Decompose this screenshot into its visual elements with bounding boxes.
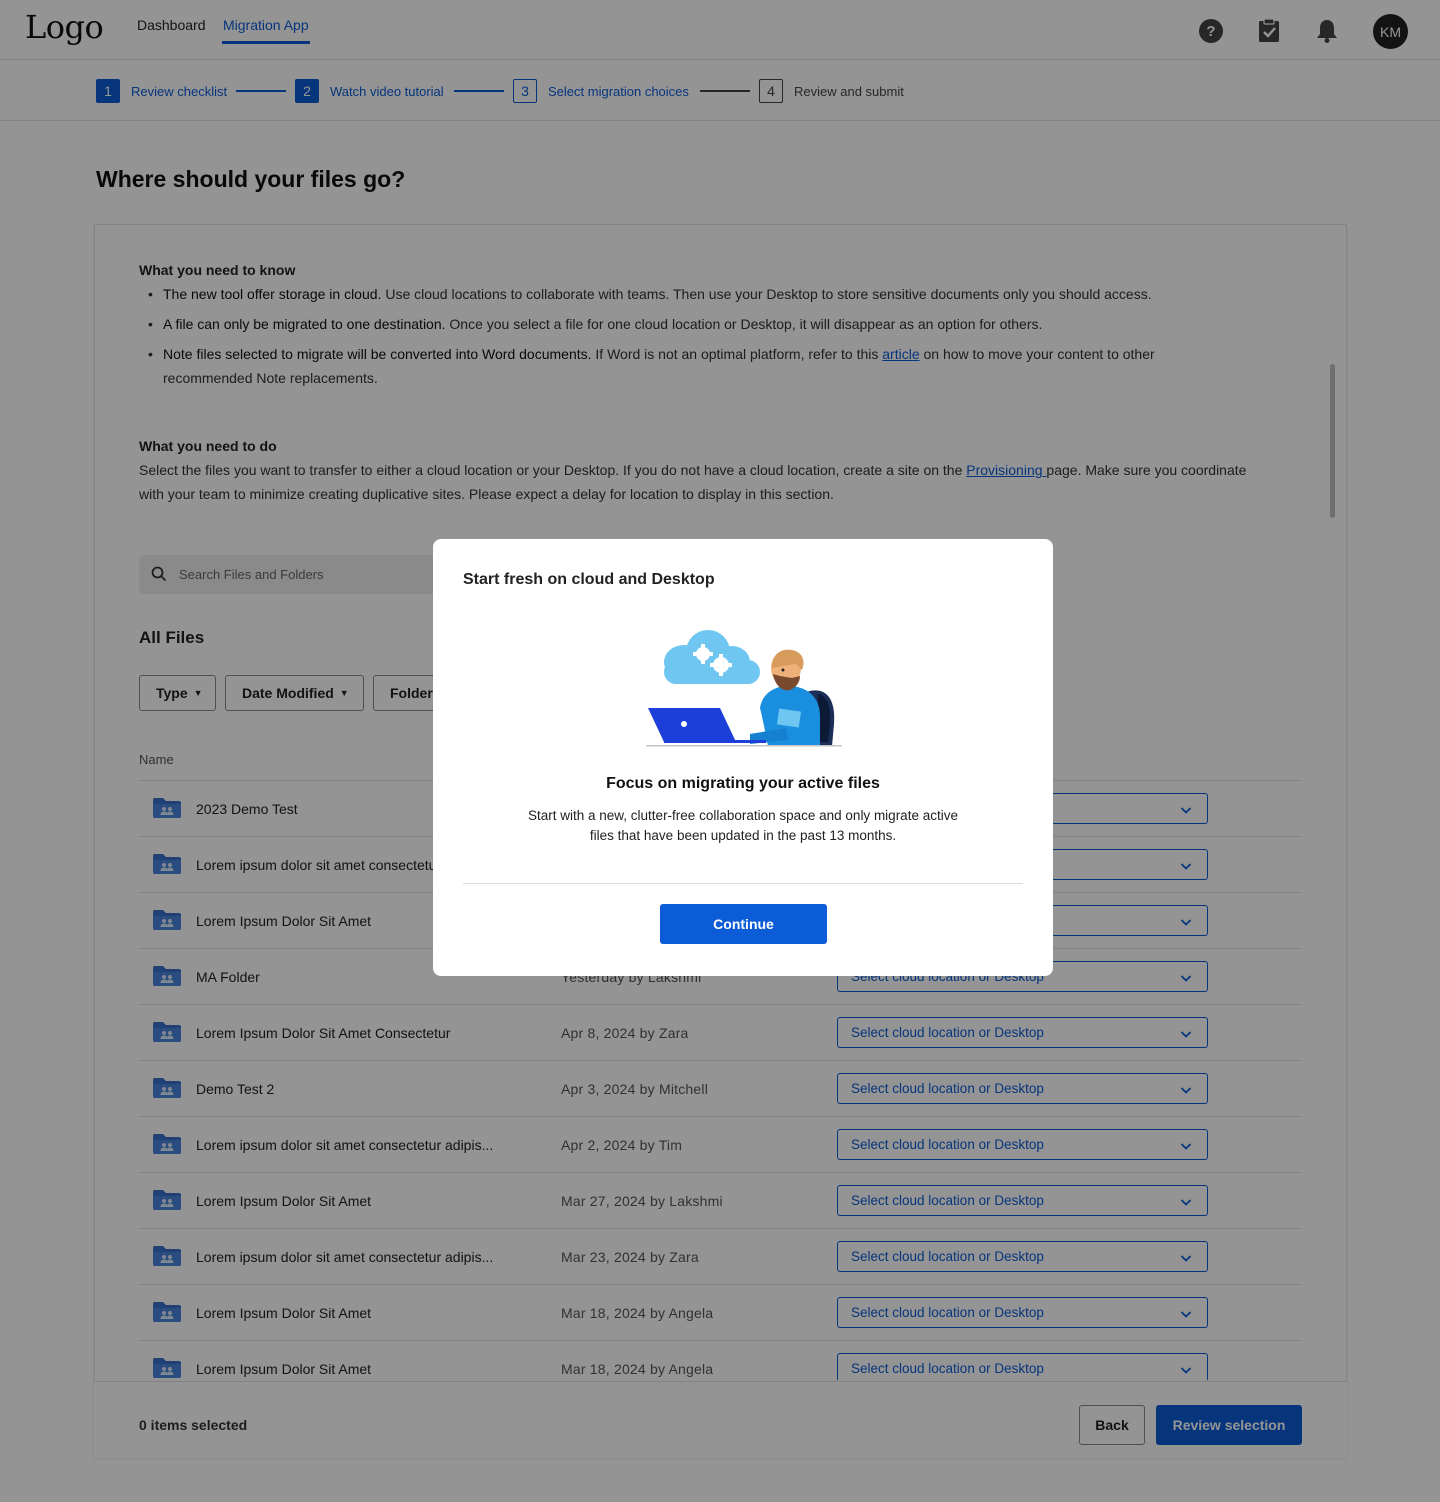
modal-divider (463, 883, 1023, 884)
modal-title: Start fresh on cloud and Desktop (463, 571, 715, 588)
cloud-icon (664, 630, 760, 684)
start-fresh-modal: Start fresh on cloud and Desktop Focus o… (433, 539, 1053, 976)
modal-body-text: Start with a new, clutter-free collabora… (528, 808, 958, 843)
modal-subtitle: Focus on migrating your active files (606, 775, 880, 792)
cloud-migration-illustration (646, 630, 842, 747)
continue-button[interactable]: Continue (660, 904, 827, 944)
